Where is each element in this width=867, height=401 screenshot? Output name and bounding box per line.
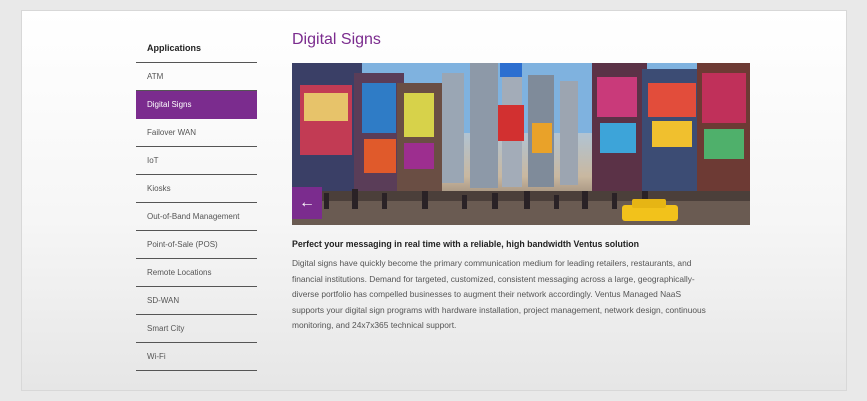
times-square-image [292, 63, 750, 225]
sidebar-item-failover-wan[interactable]: Failover WAN [136, 119, 257, 147]
sidebar-item-digital-signs[interactable]: Digital Signs [136, 91, 257, 119]
sidebar-item-out-of-band-management[interactable]: Out-of-Band Management [136, 203, 257, 231]
arrow-left-icon: ← [299, 194, 315, 211]
sidebar-item-point-of-sale[interactable]: Point-of-Sale (POS) [136, 231, 257, 259]
sidebar-item-sd-wan[interactable]: SD-WAN [136, 287, 257, 315]
sidebar-item-iot[interactable]: IoT [136, 147, 257, 175]
sidebar-item-smart-city[interactable]: Smart City [136, 315, 257, 343]
applications-sidebar: Applications ATM Digital Signs Failover … [136, 34, 257, 371]
sidebar-item-atm[interactable]: ATM [136, 63, 257, 91]
sidebar-item-kiosks[interactable]: Kiosks [136, 175, 257, 203]
sidebar-heading: Applications [136, 34, 257, 63]
section-body-text: Digital signs have quickly become the pr… [292, 258, 706, 330]
sidebar-item-wi-fi[interactable]: Wi-Fi [136, 343, 257, 371]
page-title: Digital Signs [292, 31, 381, 48]
sidebar-item-remote-locations[interactable]: Remote Locations [136, 259, 257, 287]
hero-carousel: ← → [292, 63, 750, 225]
section-subheading: Perfect your messaging in real time with… [292, 239, 640, 249]
carousel-prev-button[interactable]: ← [292, 187, 322, 219]
